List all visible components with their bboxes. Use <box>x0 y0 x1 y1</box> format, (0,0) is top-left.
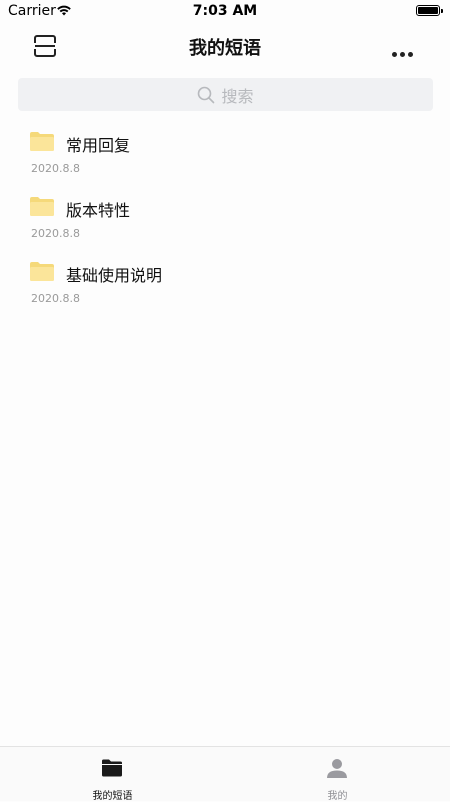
folder-list: 常用回复 2020.8.8 版本特性 2020.8.8 基础使用说明 2020.… <box>0 122 450 317</box>
folder-icon <box>30 132 54 151</box>
dot-icon <box>400 52 405 57</box>
tab-profile[interactable]: 我的 <box>225 747 450 802</box>
folder-item[interactable]: 基础使用说明 2020.8.8 <box>0 252 450 317</box>
nav-bar: 我的短语 <box>0 24 450 70</box>
page-title: 我的短语 <box>189 38 261 59</box>
folder-date: 2020.8.8 <box>31 227 80 240</box>
folder-item[interactable]: 常用回复 2020.8.8 <box>0 122 450 187</box>
tab-bar: 我的短语 我的 <box>0 746 450 802</box>
clock-time: 7:03 AM <box>192 3 258 19</box>
folder-icon <box>30 262 54 281</box>
folder-name: 基础使用说明 <box>66 266 163 285</box>
folder-icon <box>102 759 122 777</box>
folder-item[interactable]: 版本特性 2020.8.8 <box>0 187 450 252</box>
search-icon <box>198 86 215 103</box>
folder-date: 2020.8.8 <box>31 292 80 305</box>
search-input[interactable]: 搜索 <box>18 78 433 111</box>
more-options-button[interactable] <box>392 42 418 57</box>
person-icon <box>327 759 347 778</box>
search-placeholder: 搜索 <box>221 86 254 106</box>
folder-date: 2020.8.8 <box>31 162 80 175</box>
dot-icon <box>408 52 413 57</box>
folder-name: 常用回复 <box>66 136 131 155</box>
folder-icon <box>30 197 54 216</box>
status-bar: Carrier 7:03 AM <box>0 0 450 24</box>
dot-icon <box>392 52 397 57</box>
battery-icon <box>416 5 443 16</box>
tab-my-phrases[interactable]: 我的短语 <box>0 747 225 802</box>
folder-name: 版本特性 <box>66 201 131 220</box>
